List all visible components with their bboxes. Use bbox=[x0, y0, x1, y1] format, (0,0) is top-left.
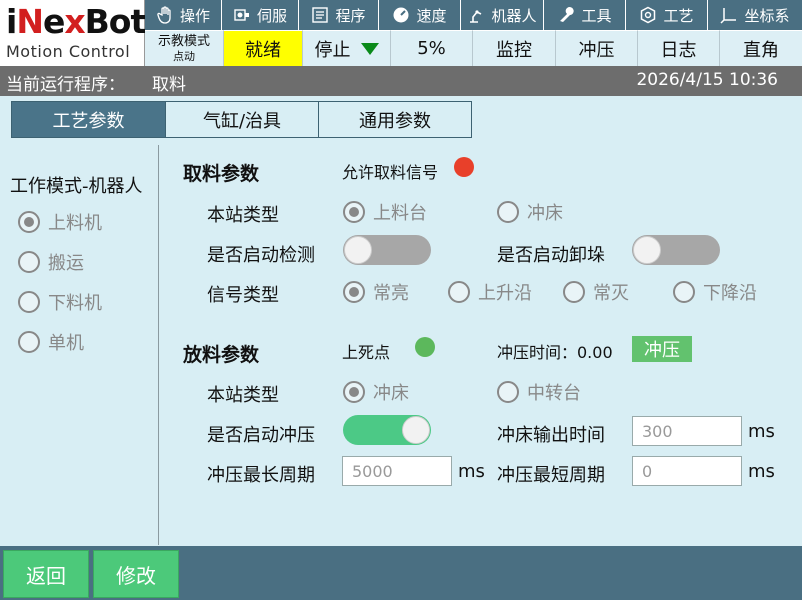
process-icon bbox=[639, 6, 657, 24]
radio-icon bbox=[497, 201, 519, 223]
unstack-label: 是否启动卸垛 bbox=[497, 245, 605, 266]
place-station-radio-press[interactable]: 冲床 bbox=[343, 379, 409, 405]
tab-cylinder-fixture[interactable]: 气缸/治具 bbox=[165, 101, 319, 138]
detect-label: 是否启动检测 bbox=[207, 245, 315, 266]
logo: iNexBot Motion Control bbox=[0, 0, 146, 66]
run-state-select[interactable]: 停止 bbox=[303, 30, 391, 66]
toggle-knob bbox=[344, 236, 372, 264]
menu-servo[interactable]: 伺服 bbox=[222, 0, 299, 30]
punch-status-button[interactable]: 冲压 bbox=[556, 30, 638, 66]
signal-radio-falling-edge[interactable]: 下降沿 bbox=[673, 279, 757, 305]
signal-radio-steady-off[interactable]: 常灭 bbox=[563, 279, 629, 305]
axis-icon bbox=[720, 6, 738, 24]
main-menu: 操作 伺服 程序 速度 机器人 工具 工艺 坐标系 bbox=[145, 0, 802, 30]
work-mode-panel: 工作模式-机器人 上料机 搬运 下料机 单机 bbox=[0, 145, 160, 545]
menu-robot[interactable]: 机器人 bbox=[461, 0, 544, 30]
menu-program[interactable]: 程序 bbox=[299, 0, 379, 30]
speed-value[interactable]: 5% bbox=[391, 30, 473, 66]
radio-selected-icon bbox=[343, 381, 365, 403]
signal-radio-steady-on[interactable]: 常亮 bbox=[343, 279, 409, 305]
allow-pick-signal-label: 允许取料信号 bbox=[342, 163, 439, 182]
menu-coordinate[interactable]: 坐标系 bbox=[708, 0, 802, 30]
radio-icon bbox=[497, 381, 519, 403]
radio-selected-icon bbox=[18, 211, 40, 233]
tab-general-params[interactable]: 通用参数 bbox=[318, 101, 472, 138]
place-station-type-label: 本站类型 bbox=[207, 385, 279, 406]
status-row: 示教模式 点动 就绪 停止 5% 监控 冲压 日志 直角 bbox=[145, 30, 802, 66]
log-button[interactable]: 日志 bbox=[638, 30, 720, 66]
detect-toggle[interactable] bbox=[343, 235, 431, 265]
radio-icon bbox=[18, 331, 40, 353]
toggle-knob bbox=[402, 416, 430, 444]
logo-brand: iNexBot bbox=[6, 2, 146, 41]
datetime: 2026/4/15 10:36 bbox=[636, 70, 778, 90]
radio-icon bbox=[18, 251, 40, 273]
toggle-knob bbox=[633, 236, 661, 264]
press-output-time-unit: ms bbox=[748, 421, 775, 442]
min-cycle-label: 冲压最短周期 bbox=[497, 465, 605, 486]
top-dead-center-indicator bbox=[415, 337, 435, 357]
servo-icon bbox=[233, 6, 251, 24]
logo-tagline: Motion Control bbox=[6, 42, 131, 61]
radio-icon bbox=[563, 281, 585, 303]
teach-mode-indicator[interactable]: 示教模式 点动 bbox=[145, 30, 224, 66]
min-cycle-input[interactable]: 0 bbox=[632, 456, 742, 486]
speed-gauge-icon bbox=[392, 6, 410, 24]
place-params-title: 放料参数 bbox=[183, 344, 260, 366]
max-cycle-label: 冲压最长周期 bbox=[207, 465, 315, 486]
menu-speed[interactable]: 速度 bbox=[379, 0, 461, 30]
menu-process[interactable]: 工艺 bbox=[626, 0, 708, 30]
wrench-icon bbox=[557, 6, 575, 24]
pick-station-radio-press[interactable]: 冲床 bbox=[497, 199, 563, 225]
pick-station-type-label: 本站类型 bbox=[207, 205, 279, 226]
place-station-radio-transfer[interactable]: 中转台 bbox=[497, 379, 581, 405]
menu-tool[interactable]: 工具 bbox=[544, 0, 626, 30]
signal-type-label: 信号类型 bbox=[207, 285, 279, 306]
divider bbox=[158, 145, 159, 545]
back-button[interactable]: 返回 bbox=[3, 550, 89, 598]
param-tabs: 工艺参数 气缸/治具 通用参数 bbox=[11, 101, 472, 138]
radio-selected-icon bbox=[343, 281, 365, 303]
top-dead-center-label: 上死点 bbox=[342, 343, 391, 362]
unstack-toggle[interactable] bbox=[632, 235, 720, 265]
current-program-name: 取料 bbox=[152, 75, 186, 95]
program-bar: 当前运行程序： 取料 2026/4/15 10:36 bbox=[0, 66, 802, 96]
max-cycle-unit: ms bbox=[458, 461, 485, 482]
work-mode-radio-unloader[interactable]: 下料机 bbox=[18, 289, 102, 315]
monitor-button[interactable]: 监控 bbox=[473, 30, 556, 66]
tab-process-params[interactable]: 工艺参数 bbox=[11, 101, 166, 138]
work-mode-title: 工作模式-机器人 bbox=[10, 176, 143, 197]
hand-icon bbox=[156, 6, 174, 24]
radio-icon bbox=[448, 281, 470, 303]
max-cycle-input[interactable]: 5000 bbox=[342, 456, 452, 486]
pick-station-radio-feeder[interactable]: 上料台 bbox=[343, 199, 427, 225]
press-output-time-label: 冲床输出时间 bbox=[497, 425, 605, 446]
press-enable-label: 是否启动冲压 bbox=[207, 425, 315, 446]
radio-icon bbox=[18, 291, 40, 313]
work-mode-radio-loader[interactable]: 上料机 bbox=[18, 209, 102, 235]
min-cycle-unit: ms bbox=[748, 461, 775, 482]
radio-icon bbox=[673, 281, 695, 303]
bottom-bar: 返回 修改 bbox=[0, 546, 802, 600]
press-output-time-input[interactable]: 300 bbox=[632, 416, 742, 446]
menu-operate[interactable]: 操作 bbox=[145, 0, 222, 30]
program-icon bbox=[311, 6, 329, 24]
edit-button[interactable]: 修改 bbox=[93, 550, 179, 598]
press-enable-toggle[interactable] bbox=[343, 415, 431, 445]
work-mode-radio-transfer[interactable]: 搬运 bbox=[18, 249, 84, 275]
ready-status: 就绪 bbox=[224, 30, 303, 66]
dropdown-triangle-icon bbox=[360, 42, 379, 55]
allow-pick-signal-indicator bbox=[454, 157, 474, 177]
punch-button[interactable]: 冲压 bbox=[632, 336, 692, 362]
coord-mode-button[interactable]: 直角 bbox=[720, 30, 802, 66]
radio-selected-icon bbox=[343, 201, 365, 223]
current-program-label: 当前运行程序： bbox=[6, 75, 125, 95]
pick-params-title: 取料参数 bbox=[183, 163, 260, 185]
robot-arm-icon bbox=[467, 6, 485, 24]
signal-radio-rising-edge[interactable]: 上升沿 bbox=[448, 279, 532, 305]
work-mode-radio-standalone[interactable]: 单机 bbox=[18, 329, 84, 355]
top-bar: iNexBot Motion Control 操作 伺服 程序 速度 机器人 工… bbox=[0, 0, 802, 66]
punch-time-readout: 冲压时间：0.00 bbox=[497, 343, 613, 362]
